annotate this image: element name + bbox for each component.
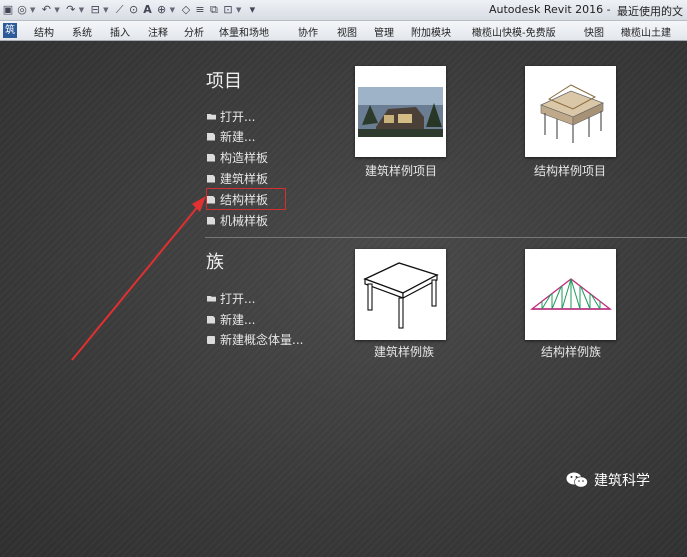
wechat-icon	[566, 472, 588, 488]
watermark-text: 建筑科学	[594, 473, 650, 489]
watermark: 建筑科学	[566, 470, 650, 490]
